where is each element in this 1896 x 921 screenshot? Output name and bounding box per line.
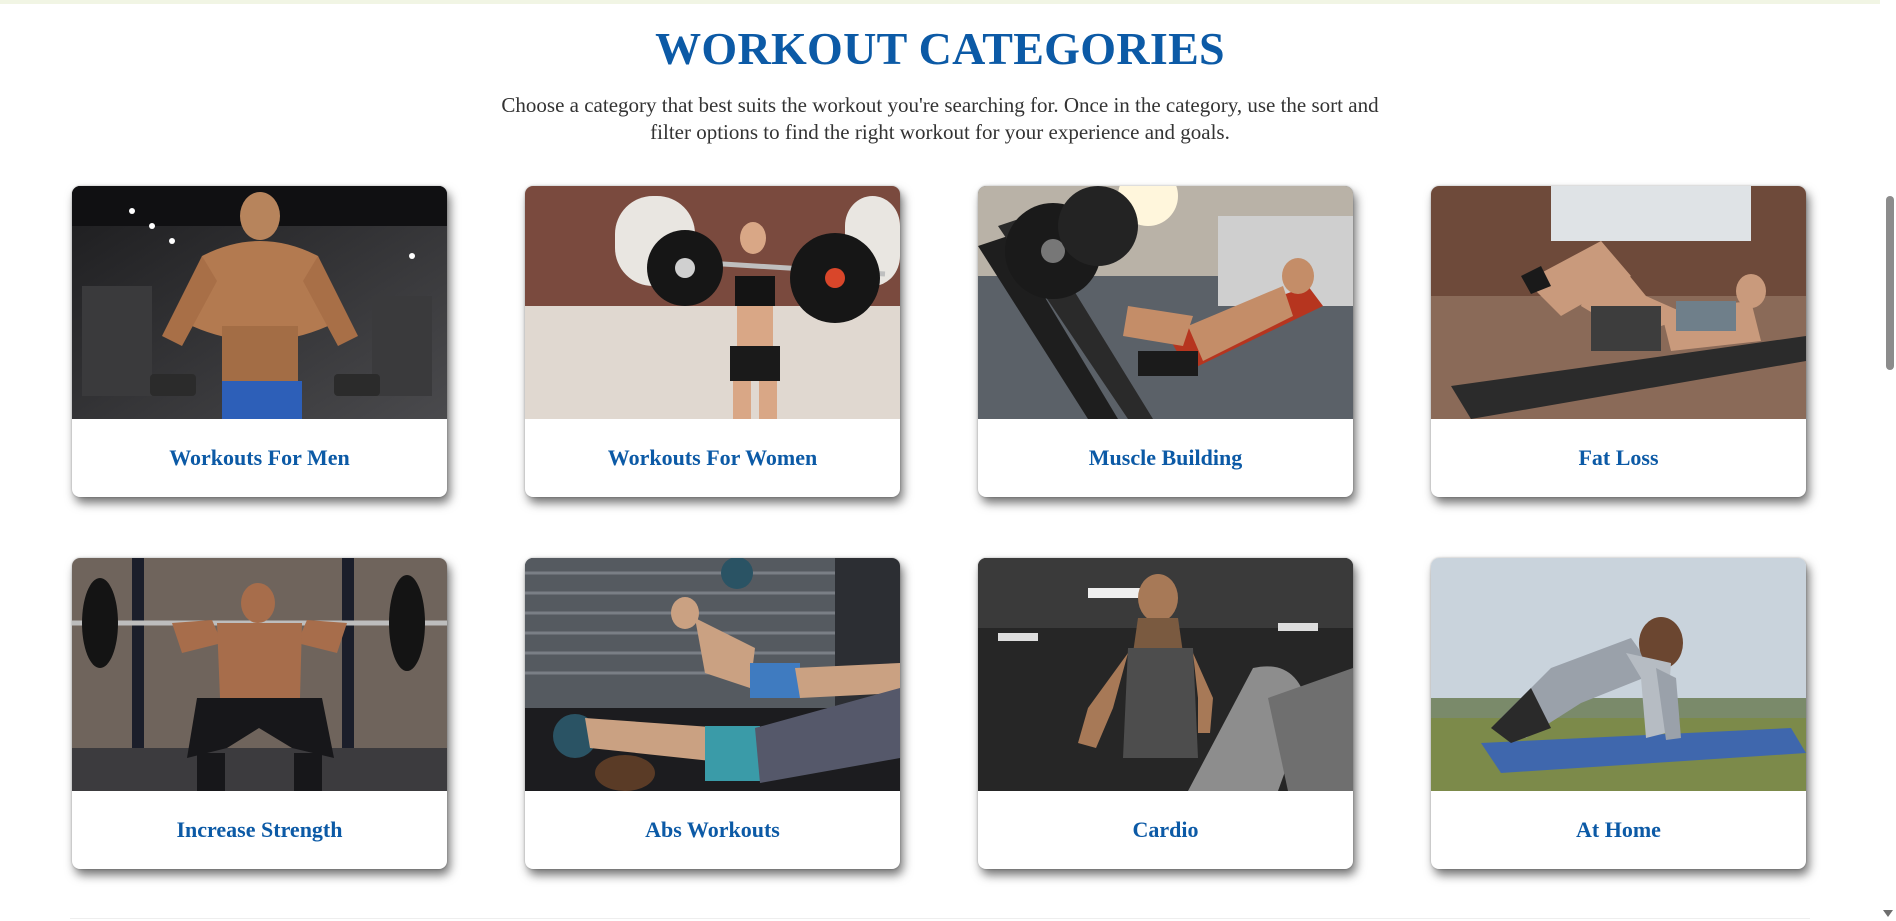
category-card-muscle-building[interactable]: Muscle Building xyxy=(978,186,1353,497)
category-card-workouts-for-women[interactable]: Workouts For Women xyxy=(525,186,900,497)
category-card-increase-strength[interactable]: Increase Strength xyxy=(72,558,447,869)
card-image[interactable] xyxy=(72,186,447,419)
category-card-fat-loss[interactable]: Fat Loss xyxy=(1431,186,1806,497)
scrollbar-thumb[interactable] xyxy=(1886,196,1894,370)
category-card-workouts-for-men[interactable]: Workouts For Men xyxy=(72,186,447,497)
card-label[interactable]: Cardio xyxy=(978,791,1353,869)
card-image[interactable] xyxy=(525,186,900,419)
card-label[interactable]: Increase Strength xyxy=(72,791,447,869)
card-image[interactable] xyxy=(1431,558,1806,791)
card-label[interactable]: Fat Loss xyxy=(1431,419,1806,497)
card-label[interactable]: At Home xyxy=(1431,791,1806,869)
card-image[interactable] xyxy=(1431,186,1806,419)
category-card-cardio[interactable]: Cardio xyxy=(978,558,1353,869)
card-label[interactable]: Muscle Building xyxy=(978,419,1353,497)
card-image[interactable] xyxy=(525,558,900,791)
card-image[interactable] xyxy=(978,186,1353,419)
section-divider xyxy=(70,918,1810,919)
category-grid: Workouts For Men Workouts For Women Musc… xyxy=(0,0,1880,921)
card-label[interactable]: Workouts For Women xyxy=(525,419,900,497)
page-scrollbar[interactable] xyxy=(1880,0,1896,921)
card-image[interactable] xyxy=(72,558,447,791)
category-card-abs-workouts[interactable]: Abs Workouts xyxy=(525,558,900,869)
card-label[interactable]: Workouts For Men xyxy=(72,419,447,497)
card-image[interactable] xyxy=(978,558,1353,791)
scroll-down-arrow-icon[interactable] xyxy=(1883,910,1893,917)
category-card-at-home[interactable]: At Home xyxy=(1431,558,1806,869)
card-label[interactable]: Abs Workouts xyxy=(525,791,900,869)
